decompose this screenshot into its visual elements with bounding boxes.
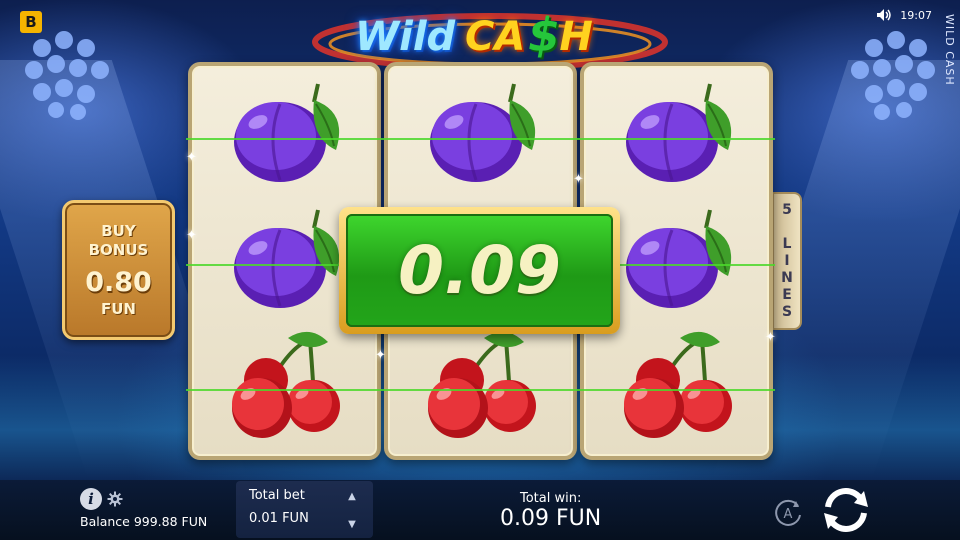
balance-display: Balance 999.88 FUN <box>80 514 208 529</box>
info-icon[interactable]: i <box>80 488 102 510</box>
sparkle-icon: ✦ <box>573 172 584 187</box>
bet-increase-icon[interactable]: ▲ <box>346 492 358 502</box>
sparkle-icon: ✦ <box>186 228 197 243</box>
logo-dollar-icon: $ <box>528 8 561 62</box>
cherries-icon <box>218 328 354 446</box>
svg-text:A: A <box>784 507 793 522</box>
paylines-tab[interactable]: 5 LINES <box>772 192 802 330</box>
bet-decrease-icon[interactable]: ▼ <box>346 520 358 530</box>
buy-bonus-label-line1: BUY <box>101 221 136 240</box>
autoplay-button[interactable]: A <box>772 497 804 529</box>
buy-bonus-amount: 0.80 <box>85 266 152 298</box>
plum-icon <box>218 78 354 196</box>
sparkle-icon: ✦ <box>765 330 776 345</box>
gear-icon[interactable] <box>107 491 123 507</box>
buy-bonus-currency: FUN <box>101 299 136 318</box>
win-display-panel: 0.09 <box>346 214 613 327</box>
spotlight-right-icon <box>838 18 948 128</box>
logo-wild-text: Wild <box>355 14 456 60</box>
payline-bottom <box>186 389 775 391</box>
plum-icon <box>610 204 746 322</box>
spotlight-left-icon <box>12 18 122 128</box>
buy-bonus-label-line2: BONUS <box>88 240 149 259</box>
payline-top <box>186 138 775 140</box>
total-bet-value: 0.01 FUN <box>249 511 309 526</box>
plum-icon <box>414 78 550 196</box>
brand-badge: B <box>20 11 42 33</box>
spin-icon <box>824 488 868 532</box>
speaker-icon[interactable] <box>876 8 892 22</box>
side-game-title: WILD CASH <box>943 14 956 86</box>
plum-icon <box>610 78 746 196</box>
autoplay-icon: A <box>775 499 801 526</box>
paylines-label: 5 LINES <box>779 201 795 321</box>
cherries-icon <box>414 328 550 446</box>
sparkle-icon: ✦ <box>375 348 386 363</box>
cherries-icon <box>610 328 746 446</box>
plum-icon <box>218 204 354 322</box>
status-bar: 19:07 <box>876 8 932 22</box>
bottom-bar <box>0 480 960 540</box>
win-amount: 0.09 <box>398 232 561 309</box>
buy-bonus-button[interactable]: BUY BONUS 0.80 FUN <box>62 200 175 340</box>
total-win-label: Total win: <box>520 491 582 506</box>
sparkle-icon: ✦ <box>186 150 197 165</box>
total-bet-label: Total bet <box>249 488 305 503</box>
clock-time: 19:07 <box>900 8 932 22</box>
spin-button[interactable] <box>818 485 874 535</box>
total-win-value: 0.09 FUN <box>500 506 602 531</box>
win-display: 0.09 <box>339 207 620 334</box>
